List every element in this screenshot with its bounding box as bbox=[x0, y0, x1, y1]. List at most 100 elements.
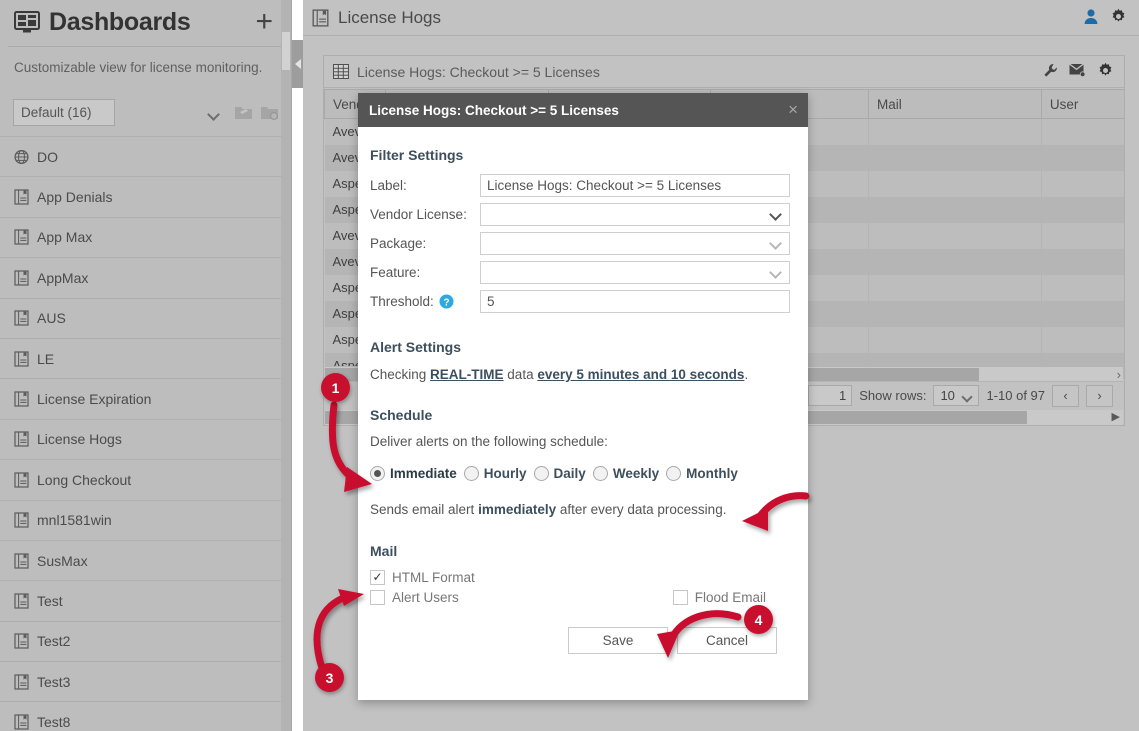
daily-radio-label: Daily bbox=[553, 465, 586, 481]
cell-user bbox=[1041, 248, 1124, 275]
view-select[interactable]: Default (16) bbox=[13, 99, 115, 126]
checkbox-icon bbox=[370, 589, 385, 605]
vendor-license-label: Vendor License: bbox=[370, 207, 467, 222]
panel-scroll-right-icon[interactable]: ▶ bbox=[1112, 410, 1120, 425]
sidebar-item-app-max[interactable]: App Max bbox=[0, 216, 291, 257]
record-range: 1-10 of 97 bbox=[986, 388, 1045, 403]
daily-radio[interactable]: Daily bbox=[533, 465, 586, 481]
report-icon bbox=[14, 431, 29, 448]
sidebar-scrollbar-thumb[interactable] bbox=[282, 32, 290, 70]
sidebar-item-susmax[interactable]: SusMax bbox=[0, 539, 291, 580]
label-input[interactable] bbox=[480, 174, 790, 197]
label-field-label: Label: bbox=[370, 178, 407, 193]
hourly-radio[interactable]: Hourly bbox=[463, 465, 527, 481]
folder-save-icon[interactable] bbox=[260, 104, 279, 121]
alert-users-label: Alert Users bbox=[392, 589, 459, 605]
globe-icon bbox=[14, 149, 29, 165]
filter-settings-heading: Filter Settings bbox=[370, 147, 464, 163]
gear-icon[interactable] bbox=[1110, 8, 1127, 28]
sidebar-item-test2[interactable]: Test2 bbox=[0, 620, 291, 661]
sidebar-scrollbar[interactable] bbox=[281, 0, 291, 731]
app-root: Dashboards + Customizable view for licen… bbox=[0, 0, 1139, 731]
wrench-icon[interactable] bbox=[1043, 63, 1058, 81]
help-icon[interactable]: ? bbox=[439, 294, 454, 309]
sidebar-item-test3[interactable]: Test3 bbox=[0, 661, 291, 701]
report-icon bbox=[14, 714, 29, 730]
sidebar-item-aus[interactable]: AUS bbox=[0, 297, 291, 338]
sidebar-item-label: LE bbox=[37, 350, 55, 367]
dialog-title: License Hogs: Checkout >= 5 Licenses bbox=[369, 102, 619, 118]
sidebar-collapse-handle[interactable] bbox=[292, 40, 303, 88]
column-header[interactable]: Mail bbox=[868, 89, 1042, 119]
cell-mail bbox=[868, 144, 1042, 171]
next-page-button[interactable]: › bbox=[1086, 384, 1113, 407]
schedule-heading: Schedule bbox=[370, 406, 433, 423]
flood-email-checkbox[interactable]: Flood Email bbox=[672, 589, 767, 605]
sidebar-item-label: AppMax bbox=[37, 269, 89, 286]
close-icon[interactable]: × bbox=[788, 101, 798, 118]
cell-user bbox=[1041, 326, 1124, 353]
sidebar-item-test8[interactable]: Test8 bbox=[0, 701, 291, 731]
dashboard-icon bbox=[14, 10, 40, 34]
grid-scroll-right-icon[interactable]: › bbox=[1117, 367, 1121, 382]
label-field-row: Label: bbox=[370, 174, 790, 197]
dialog-body: Filter Settings Label: Vendor License: P… bbox=[358, 127, 808, 654]
html-format-checkbox[interactable]: ✓ HTML Format bbox=[370, 569, 475, 585]
folder-edit-icon[interactable] bbox=[234, 104, 253, 121]
column-header[interactable]: User bbox=[1040, 89, 1124, 119]
sidebar-item-license-expiration[interactable]: License Expiration bbox=[0, 378, 291, 418]
sidebar-item-label: App Denials bbox=[37, 189, 113, 206]
alert-users-line: Alert Users Flood Email bbox=[370, 589, 790, 605]
report-icon bbox=[14, 310, 29, 326]
sidebar-item-label: App Max bbox=[37, 229, 93, 246]
cell-mail bbox=[868, 196, 1042, 223]
dialog-buttons: Save Cancel bbox=[370, 626, 790, 654]
monthly-radio[interactable]: Monthly bbox=[666, 465, 738, 481]
flood-email-label: Flood Email bbox=[694, 589, 767, 605]
cell-mail bbox=[868, 248, 1042, 275]
cell-user: 1 bbox=[1041, 170, 1124, 197]
weekly-radio[interactable]: Weekly bbox=[592, 465, 659, 481]
view-select-wrapper[interactable]: Default (16) bbox=[13, 99, 227, 126]
rows-per-page-select[interactable]: 10 bbox=[933, 385, 980, 406]
sidebar-item-le[interactable]: LE bbox=[0, 337, 291, 378]
immediate-radio[interactable]: Immediate bbox=[370, 465, 457, 481]
checkbox-icon bbox=[672, 589, 688, 605]
feature-select[interactable] bbox=[480, 261, 790, 284]
sidebar-item-test[interactable]: Test bbox=[0, 580, 291, 620]
vendor-license-select[interactable] bbox=[480, 203, 790, 226]
sidebar-item-do[interactable]: DO bbox=[0, 136, 291, 176]
cell-mail bbox=[868, 274, 1042, 301]
prev-page-button[interactable]: ‹ bbox=[1052, 384, 1079, 407]
package-select[interactable] bbox=[480, 232, 790, 255]
report-icon bbox=[312, 8, 329, 27]
sidebar-item-mnl1581win[interactable]: mnl1581win bbox=[0, 499, 291, 540]
sidebar-item-license-hogs[interactable]: License Hogs bbox=[0, 418, 291, 459]
main-title: License Hogs bbox=[338, 7, 442, 27]
gear-icon[interactable] bbox=[1097, 62, 1114, 82]
report-icon bbox=[14, 391, 29, 407]
html-format-label: HTML Format bbox=[392, 569, 475, 585]
threshold-input[interactable] bbox=[480, 290, 790, 313]
save-button[interactable]: Save bbox=[568, 626, 668, 654]
cell-mail bbox=[868, 222, 1042, 249]
dashboard-list: DO App Denials App Max AppMax AUS LE Lic… bbox=[0, 136, 291, 731]
mail-icon[interactable] bbox=[1069, 63, 1086, 80]
user-icon[interactable] bbox=[1083, 8, 1099, 28]
sidebar-item-appmax[interactable]: AppMax bbox=[0, 257, 291, 297]
sidebar: Dashboards + Customizable view for licen… bbox=[0, 0, 292, 731]
sidebar-item-app-denials[interactable]: App Denials bbox=[0, 176, 291, 216]
alert-users-checkbox[interactable]: Alert Users bbox=[370, 589, 459, 605]
report-icon bbox=[14, 633, 29, 649]
mail-checkbox-group: ✓ HTML Format Alert Users Flood Email bbox=[370, 569, 790, 605]
cell-user: 1 bbox=[1041, 144, 1124, 171]
page-input[interactable] bbox=[808, 385, 853, 406]
cell-mail bbox=[868, 170, 1042, 197]
sidebar-item-long-checkout[interactable]: Long Checkout bbox=[0, 459, 291, 499]
cancel-button[interactable]: Cancel bbox=[677, 626, 777, 654]
add-dashboard-button[interactable]: + bbox=[249, 7, 279, 37]
chevron-left-icon bbox=[294, 59, 301, 69]
sidebar-item-label: AUS bbox=[37, 310, 66, 327]
sidebar-item-label: Long Checkout bbox=[37, 471, 132, 488]
rows-per-page-value: 10 bbox=[940, 388, 955, 403]
